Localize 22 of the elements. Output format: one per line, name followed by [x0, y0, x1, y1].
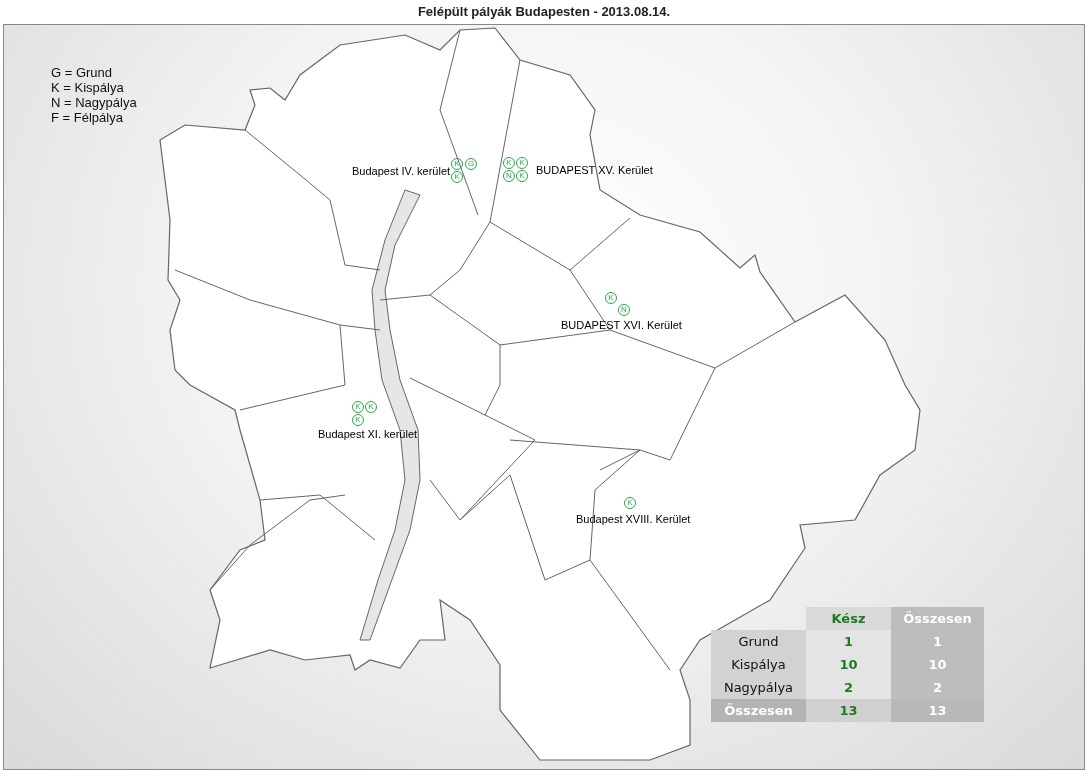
table-cell: 10: [891, 653, 984, 676]
legend-entry: G = Grund: [51, 65, 114, 80]
district-label: Budapest XVIII. Kerület: [576, 513, 691, 525]
table-cell: 13: [891, 699, 984, 722]
table-cell: 13: [806, 699, 891, 722]
column-header: Összesen: [891, 607, 984, 630]
row-header: Kispálya: [711, 653, 806, 676]
chart-title: Felépült pályák Budapesten - 2013.08.14.: [417, 3, 671, 21]
table-cell: 2: [891, 676, 984, 699]
district-label: Budapest XI. kerület: [318, 428, 418, 440]
column-header: Kész: [806, 607, 891, 630]
legend-entry: N = Nagypálya: [51, 95, 137, 110]
table-cell: 1: [891, 630, 984, 653]
district-label: Budapest IV. kerület: [352, 165, 451, 177]
legend-entry: K = Kispálya: [51, 80, 125, 95]
district-label: BUDAPEST XVI. Kerület: [561, 319, 682, 331]
table-cell: 1: [806, 630, 891, 653]
legend-entry: F = Félpálya: [51, 110, 124, 125]
row-header: Összesen: [711, 699, 806, 722]
row-header: Grund: [711, 630, 806, 653]
district-label: BUDAPEST XV. Kerület: [536, 164, 653, 176]
row-header: Nagypálya: [711, 676, 806, 699]
